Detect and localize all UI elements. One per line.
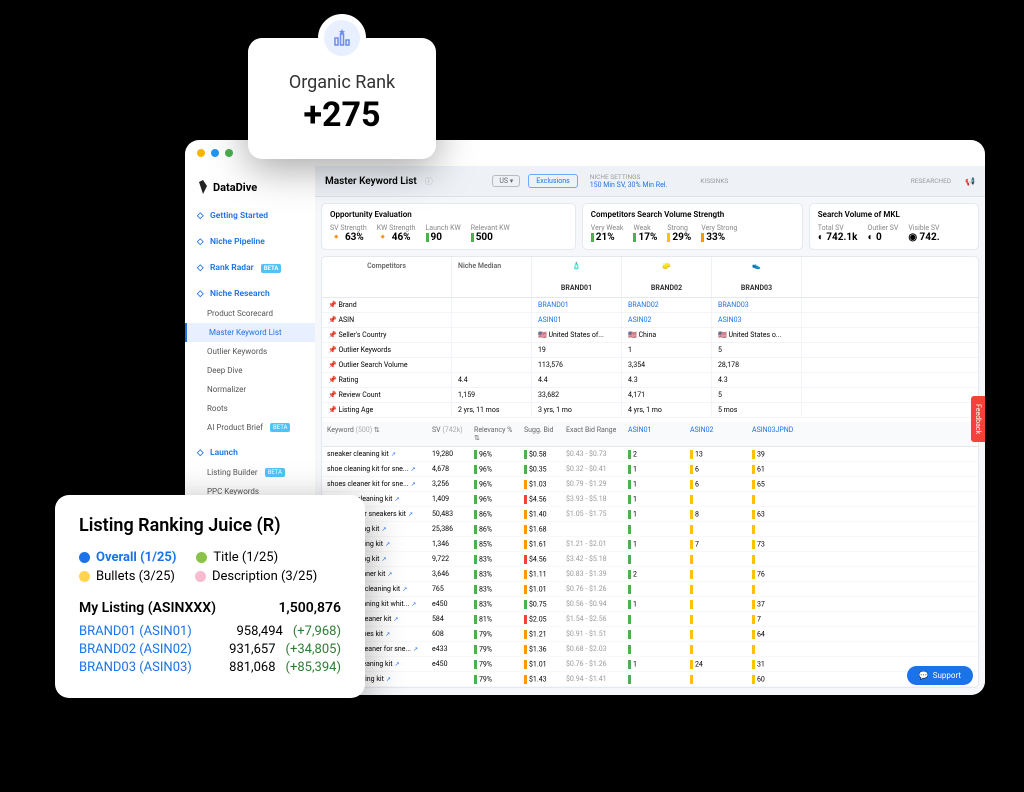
juice-legend: Overall (1/25) Title (1/25) Bullets (3/2… (79, 550, 341, 584)
page-title: Master Keyword List (325, 176, 417, 187)
comp-row: 📌 Review Count1,15933,6824,1715 (322, 388, 978, 403)
keyword-row[interactable]: shoe cleaning kit↗25,38686%$1.68 (322, 522, 978, 537)
col-median: Niche Median (452, 257, 532, 297)
comp-row: 📌 ASINASIN01ASIN02ASIN03 (322, 313, 978, 328)
keyword-row[interactable]: jordan cleaning kit↗79%$1.43$0.94 - $1.4… (322, 672, 978, 687)
juice-brand-row[interactable]: BRAND03 (ASIN03)881,068 (+85,394) (79, 660, 341, 675)
nav-deep-dive[interactable]: Deep Dive (185, 361, 315, 380)
keyword-row[interactable]: shoe cleaner sneakers kit↗50,48386%$1.40… (322, 507, 978, 522)
juice-title: Listing Ranking Juice (R) (79, 515, 341, 536)
keyword-row[interactable]: sneakers cleaning kit↗1,40996%$4.56$3.93… (322, 492, 978, 507)
keyword-row[interactable]: shoes cleaner kit for sne...↗3,25696%$1.… (322, 477, 978, 492)
keyword-row[interactable]: sneaker cleaning kit whit...↗e45083%$0.7… (322, 597, 978, 612)
page-header: Master Keyword List ⓘ US ▾ Exclusions NI… (315, 166, 985, 197)
comp-row: 📌 Rating4.44.44.34.3 (322, 373, 978, 388)
nav-master-keyword-list[interactable]: Master Keyword List (185, 323, 315, 342)
keyword-row[interactable]: converse cleaning kit↗e45079%$1.01$0.76 … (322, 657, 978, 672)
keyword-row[interactable]: shoe cleaning kit for sne...↗4,67896%$0.… (322, 462, 978, 477)
nav-niche-pipeline[interactable]: ◇Niche Pipeline (185, 232, 315, 252)
niche-settings-label: NICHE SETTINGS (590, 173, 668, 181)
comp-row: 📌 BrandBRAND01BRAND02BRAND03 (322, 298, 978, 313)
exclusions-button[interactable]: Exclusions (528, 174, 577, 188)
svmkl-title: Search Volume of MKL (818, 210, 970, 219)
organic-rank-label: Organic Rank (270, 72, 414, 93)
comp-row: 📌 Seller's Country🇺🇸 United States of...… (322, 328, 978, 343)
comp-row: 📌 Listing Age2 yrs, 11 mos3 yrs, 1 mo4 y… (322, 403, 978, 418)
nav-listing-builder[interactable]: Listing BuilderBETA (185, 463, 315, 482)
nav-launch[interactable]: ◇Launch (185, 443, 315, 463)
traffic-light-green[interactable] (225, 149, 233, 157)
nav-niche-research[interactable]: ◇Niche Research (185, 284, 315, 304)
svmkl-panel: Search Volume of MKL Total SV◐ 742.1k Ou… (809, 203, 979, 250)
traffic-light-blue[interactable] (211, 149, 219, 157)
traffic-light-yellow[interactable] (197, 149, 205, 157)
keyword-table-header: Keyword (500) ⇅ SV (742k) Relevancy % ⇅ … (322, 422, 978, 447)
bar-chart-icon (318, 14, 366, 62)
keyword-row[interactable]: sneaker cleaning kit↗19,28096%$0.58$0.43… (322, 447, 978, 462)
keyword-row[interactable]: tennis shoe cleaning kit↗76583%$1.01$0.7… (322, 582, 978, 597)
my-listing-row: My Listing (ASINXXX)1,500,876 (79, 600, 341, 616)
keyword-row[interactable]: shoes cleaning kit↗1,34685%$1.61$1.21 - … (322, 537, 978, 552)
organic-rank-card: Organic Rank +275 (248, 38, 436, 159)
nav-outlier-keywords[interactable]: Outlier Keywords (185, 342, 315, 361)
keyword-row[interactable]: crep shoe cleaner kit↗58481%$2.05$1.54 -… (322, 612, 978, 627)
nav-normalizer[interactable]: Normalizer (185, 380, 315, 399)
nav-getting-started[interactable]: ◇Getting Started (185, 206, 315, 226)
opportunity-title: Opportunity Evaluation (330, 210, 567, 219)
comp-row: 📌 Outlier Keywords1915 (322, 343, 978, 358)
keyword-row[interactable]: shoe cleaning kit↗9,72283%$4.56$3.42 - $… (322, 552, 978, 567)
nav-ai-product-brief[interactable]: AI Product BriefBETA (185, 418, 315, 437)
organic-rank-value: +275 (270, 95, 414, 135)
brand-name: DataDive (213, 181, 257, 194)
competitors-panel: Competitors Search Volume Strength Very … (582, 203, 803, 250)
logo[interactable]: DataDive (185, 174, 315, 200)
niche-settings-value[interactable]: 150 Min SV, 30% Min Rel. (590, 181, 668, 189)
nav-roots[interactable]: Roots (185, 399, 315, 418)
competitor-table: Competitors Niche Median 🧴BRAND01 🧽BRAND… (321, 256, 979, 688)
kissinks-label: KISSINKS (700, 177, 728, 185)
main-content: Master Keyword List ⓘ US ▾ Exclusions NI… (315, 166, 985, 695)
support-button[interactable]: 💬 Support (907, 666, 973, 685)
feedback-tab[interactable]: Feedback (971, 396, 985, 442)
competitors-title: Competitors Search Volume Strength (591, 210, 794, 219)
col-competitors: Competitors (322, 257, 452, 297)
juice-brand-row[interactable]: BRAND02 (ASIN02)931,657 (+34,805) (79, 642, 341, 657)
region-selector[interactable]: US ▾ (492, 175, 520, 187)
keyword-row[interactable]: sneaker cleaner kit↗3,64683%$1.11$0.83 -… (322, 567, 978, 582)
comp-row: 📌 Outlier Search Volume113,5763,35428,17… (322, 358, 978, 373)
opportunity-panel: Opportunity Evaluation SV Strength🔸 63% … (321, 203, 576, 250)
researched-label: RESEARCHED (911, 177, 951, 185)
keyword-row[interactable]: best shoe cleaner for sne...↗e43379%$1.3… (322, 642, 978, 657)
nav-product-scorecard[interactable]: Product Scorecard (185, 304, 315, 323)
nav-rank-radar[interactable]: ◇Rank RadarBETA (185, 258, 315, 278)
keyword-row[interactable]: cleaning shoes kit↗60879%$1.21$0.91 - $1… (322, 627, 978, 642)
ranking-juice-card: Listing Ranking Juice (R) Overall (1/25)… (55, 495, 365, 698)
announce-icon[interactable]: 📢 (965, 177, 975, 186)
juice-brand-row[interactable]: BRAND01 (ASIN01)958,494 (+7,968) (79, 624, 341, 639)
